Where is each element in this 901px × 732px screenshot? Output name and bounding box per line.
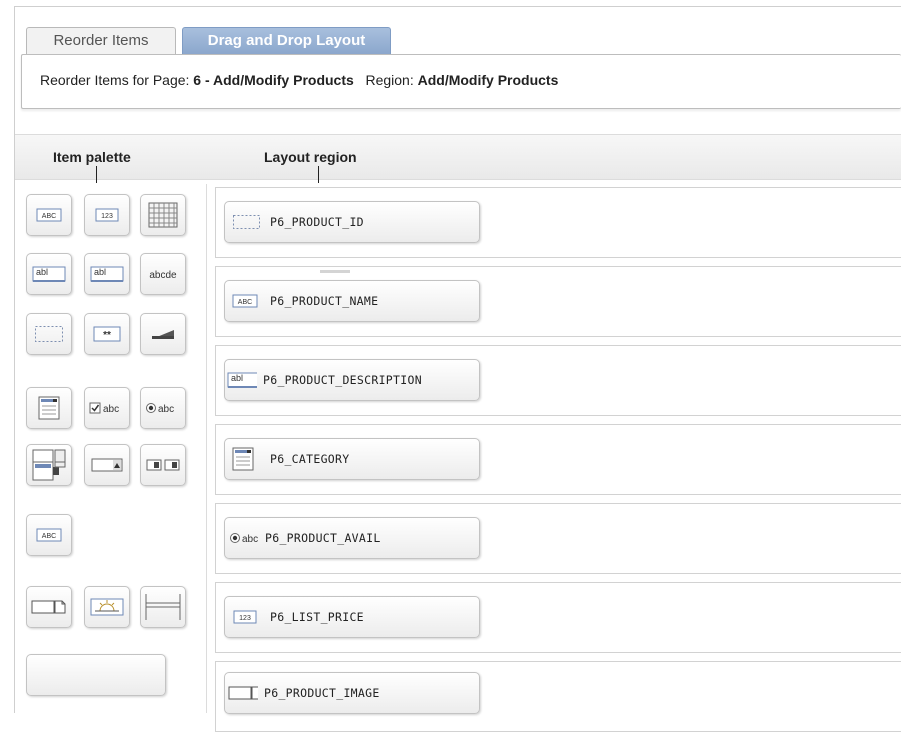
file-browse-icon	[228, 684, 258, 702]
svg-text:abc: abc	[158, 404, 174, 415]
tab-reorder-items[interactable]: Reorder Items	[26, 27, 176, 55]
checkbox-icon: abc	[89, 402, 119, 415]
layout-item-category[interactable]: P6_CATEGORY	[224, 438, 480, 480]
svg-text:abl: abl	[231, 373, 243, 383]
shuttle-icon	[146, 459, 180, 471]
palette-popup-lov-button[interactable]	[26, 444, 72, 486]
palette-button-item-button[interactable]	[140, 313, 186, 355]
layout-item-product-name[interactable]: ABC P6_PRODUCT_NAME	[224, 280, 480, 322]
page-region-header: Reorder Items for Page: 6 - Add/Modify P…	[21, 54, 901, 109]
layout-item-label: P6_PRODUCT_NAME	[270, 294, 379, 308]
layout-pointer	[318, 166, 319, 183]
svg-text:ABC: ABC	[238, 299, 252, 306]
palette-pointer	[96, 166, 97, 183]
hidden-item-icon	[35, 326, 63, 342]
file-browse-icon	[31, 600, 66, 614]
palette-text-field-button[interactable]: abl	[26, 253, 72, 295]
layout-item-label: P6_PRODUCT_ID	[270, 215, 364, 229]
header-region-prefix: Region:	[365, 72, 418, 88]
layout-item-product-id[interactable]: P6_PRODUCT_ID	[224, 201, 480, 243]
palette-display-only-text-button[interactable]: ABC	[26, 514, 72, 556]
region-divider	[206, 184, 207, 713]
svg-text:**: **	[103, 330, 111, 341]
radio-icon: abc	[229, 530, 259, 546]
select-list-icon	[38, 396, 60, 420]
palette-text-field-alt-button[interactable]: abl	[84, 253, 130, 295]
display-only-icon: ABC	[232, 293, 262, 309]
abc-text-icon: ABC	[36, 208, 62, 222]
text-field-icon: abl	[227, 369, 257, 391]
header-page: 6 - Add/Modify Products	[193, 72, 354, 88]
frame-left-border	[14, 6, 15, 713]
drop-indicator	[320, 270, 350, 273]
password-icon: **	[93, 326, 121, 342]
svg-text:abl: abl	[36, 267, 48, 277]
button-icon	[152, 330, 174, 339]
palette-radio-button[interactable]: abc	[140, 387, 186, 429]
palette-date-picker-button[interactable]	[84, 586, 130, 628]
palette-number-field-button[interactable]: 123	[84, 194, 130, 236]
palette-file-browse-button[interactable]	[26, 586, 72, 628]
layout-item-product-image[interactable]: P6_PRODUCT_IMAGE	[224, 672, 480, 714]
layout-item-label: P6_LIST_PRICE	[270, 610, 364, 624]
header-text: Reorder Items for Page: 6 - Add/Modify P…	[40, 72, 558, 88]
header-region: Add/Modify Products	[417, 72, 559, 88]
svg-text:123: 123	[101, 213, 113, 220]
popup-lov-icon	[32, 449, 66, 481]
layout-item-product-description[interactable]: abl P6_PRODUCT_DESCRIPTION	[224, 359, 480, 401]
layout-heading: Layout region	[264, 149, 357, 165]
text-area-icon: abcde	[149, 270, 177, 281]
layout-item-product-avail[interactable]: abc P6_PRODUCT_AVAIL	[224, 517, 480, 559]
palette-shuttle-button[interactable]	[140, 444, 186, 486]
palette-combobox-button[interactable]	[84, 444, 130, 486]
palette-tabular-form-button[interactable]	[140, 194, 186, 236]
number-field-icon: 123	[95, 208, 119, 222]
grid-icon	[148, 202, 178, 228]
palette-stop-start-button[interactable]	[140, 586, 186, 628]
number-field-icon: 123	[232, 609, 262, 625]
palette-password-button[interactable]: **	[84, 313, 130, 355]
palette-hidden-item-button[interactable]	[26, 313, 72, 355]
tab-drag-and-drop-layout[interactable]: Drag and Drop Layout	[182, 27, 391, 55]
palette-select-list-button[interactable]	[26, 387, 72, 429]
palette-display-only-button[interactable]: ABC	[26, 194, 72, 236]
svg-text:ABC: ABC	[42, 213, 56, 220]
display-only-icon: ABC	[36, 528, 62, 542]
stop-start-icon	[145, 594, 181, 620]
text-field-icon: abl	[90, 266, 124, 282]
combobox-icon	[91, 458, 123, 472]
layout-item-label: P6_CATEGORY	[270, 452, 350, 466]
column-header-band: Item palette Layout region	[15, 134, 901, 180]
palette-heading: Item palette	[53, 149, 131, 165]
date-picker-icon	[90, 598, 124, 616]
svg-text:abcde: abcde	[149, 270, 177, 281]
palette-checkbox-button[interactable]: abc	[84, 387, 130, 429]
select-list-icon	[232, 447, 262, 471]
palette-empty-slot-button[interactable]	[26, 654, 166, 696]
svg-text:abc: abc	[103, 404, 119, 415]
text-field-icon: abl	[32, 266, 66, 282]
hidden-item-icon	[232, 213, 262, 231]
header-prefix: Reorder Items for Page:	[40, 72, 194, 88]
layout-item-list-price[interactable]: 123 P6_LIST_PRICE	[224, 596, 480, 638]
radio-icon: abc	[146, 403, 174, 415]
palette-text-area-button[interactable]: abcde	[140, 253, 186, 295]
svg-text:123: 123	[239, 615, 251, 622]
svg-text:ABC: ABC	[42, 533, 56, 540]
frame-top-border	[14, 6, 901, 7]
layout-item-label: P6_PRODUCT_AVAIL	[265, 531, 381, 545]
layout-item-label: P6_PRODUCT_IMAGE	[264, 686, 380, 700]
svg-text:abc: abc	[242, 534, 258, 545]
layout-item-label: P6_PRODUCT_DESCRIPTION	[263, 373, 422, 387]
svg-text:abl: abl	[94, 267, 106, 277]
